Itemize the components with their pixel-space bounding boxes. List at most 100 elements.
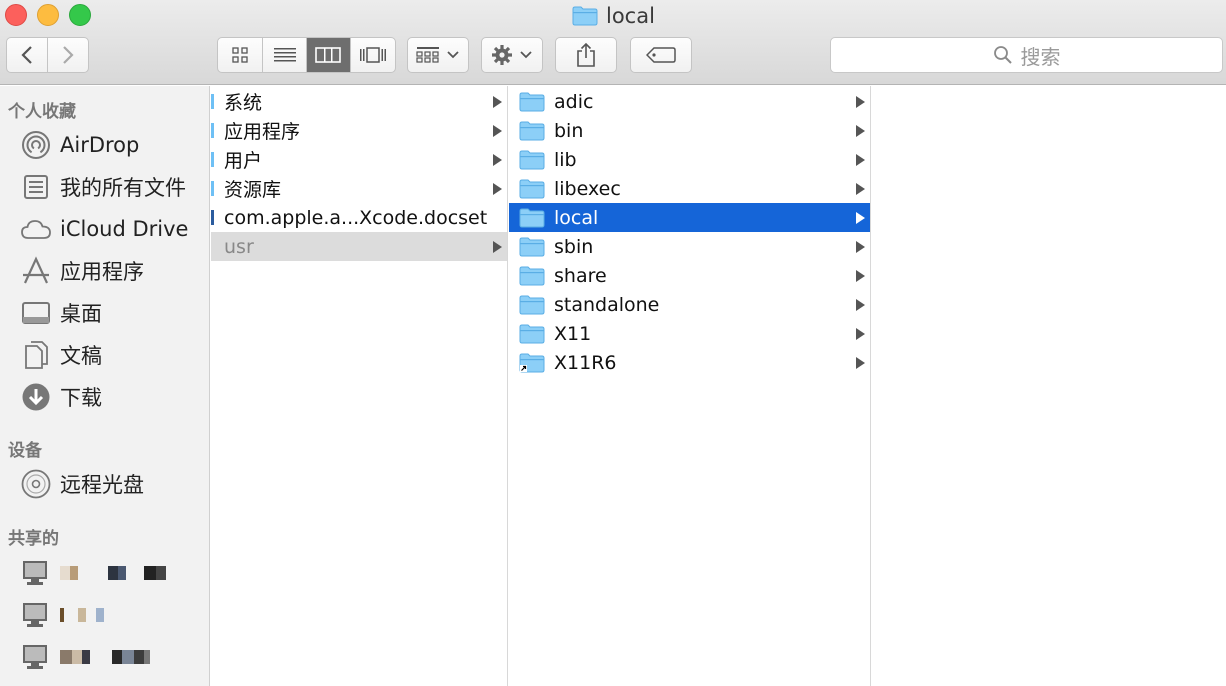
disc-icon: [20, 468, 52, 500]
list-item[interactable]: 用户: [211, 145, 507, 174]
item-name: 用户: [224, 150, 263, 172]
column-view-button[interactable]: [307, 38, 351, 72]
sidebar-item-label: iCloud Drive: [60, 217, 189, 241]
list-item[interactable]: share: [509, 261, 870, 290]
view-mode-control: [217, 37, 396, 73]
redacted-name: [60, 650, 150, 664]
disclosure-arrow-icon: [856, 154, 865, 166]
sidebar: 个人收藏 AirDrop 我的所有文件 iCloud Drive 应用程序 桌面…: [0, 86, 210, 686]
list-item[interactable]: lib: [509, 145, 870, 174]
arrange-button[interactable]: [407, 37, 469, 73]
disclosure-arrow-icon: [493, 96, 502, 108]
chevron-left-icon: [21, 46, 32, 64]
item-name: com.apple.a...Xcode.docset: [224, 206, 488, 229]
list-item-selected-parent[interactable]: usr: [211, 232, 507, 261]
sidebar-item-applications[interactable]: 应用程序: [20, 253, 144, 289]
folder-icon: [519, 92, 545, 112]
disclosure-arrow-icon: [856, 299, 865, 311]
sidebar-item-documents[interactable]: 文稿: [20, 337, 102, 373]
share-button[interactable]: [555, 37, 617, 73]
disclosure-arrow-icon: [856, 357, 865, 369]
list-item[interactable]: adic: [509, 87, 870, 116]
sidebar-item-icloud-drive[interactable]: iCloud Drive: [20, 211, 188, 247]
list-item[interactable]: standalone: [509, 290, 870, 319]
browser-column-1: 系统 应用程序 用户 资源库 com.apple.a...Xcode.docse…: [211, 86, 508, 686]
sidebar-item-shared-computer[interactable]: [20, 555, 166, 591]
browser-column-2: adic bin lib libexec local sbin share st…: [509, 86, 871, 686]
disclosure-arrow-icon: [856, 125, 865, 137]
zoom-window-button[interactable]: [69, 4, 91, 26]
cloud-icon: [20, 213, 52, 245]
disclosure-arrow-icon: [856, 183, 865, 195]
item-name: local: [554, 206, 599, 229]
search-field[interactable]: 搜索: [830, 37, 1223, 73]
sidebar-item-shared-computer[interactable]: [20, 597, 104, 633]
search-icon: [993, 46, 1012, 64]
list-item-selected[interactable]: local: [509, 203, 870, 232]
list-item[interactable]: com.apple.a...Xcode.docset: [211, 203, 507, 232]
item-name: bin: [554, 119, 584, 142]
arrange-grid-icon: [416, 47, 439, 63]
folder-icon: [519, 266, 545, 286]
cover-flow-button[interactable]: [351, 38, 395, 72]
forward-button[interactable]: [48, 38, 89, 72]
folder-icon: [211, 123, 214, 138]
folder-icon: [211, 94, 214, 109]
list-item[interactable]: sbin: [509, 232, 870, 261]
list-item[interactable]: X11: [509, 319, 870, 348]
docset-icon: [211, 210, 214, 225]
download-icon: [20, 381, 52, 413]
redacted-name: [60, 608, 104, 622]
sidebar-section-devices: 设备: [8, 441, 42, 461]
icon-view-icon: [232, 47, 248, 63]
folder-icon: [572, 6, 598, 26]
chevron-down-icon: [520, 51, 532, 59]
sidebar-item-label: 文稿: [60, 344, 102, 368]
computer-icon: [20, 641, 52, 673]
sidebar-item-shared-computer[interactable]: [20, 639, 150, 675]
sidebar-item-downloads[interactable]: 下载: [20, 379, 102, 415]
column-view-icon: [315, 47, 342, 63]
desktop-icon: [20, 297, 52, 329]
sidebar-item-airdrop[interactable]: AirDrop: [20, 127, 139, 163]
tag-icon: [646, 47, 676, 63]
item-name: X11: [554, 322, 592, 345]
sidebar-item-desktop[interactable]: 桌面: [20, 295, 102, 331]
list-item[interactable]: X11R6: [509, 348, 870, 377]
item-name: 系统: [224, 92, 263, 114]
item-name: usr: [224, 235, 254, 258]
toolbar: local 搜索: [0, 0, 1226, 85]
cover-flow-icon: [359, 47, 386, 63]
list-item[interactable]: 系统: [211, 87, 507, 116]
list-item[interactable]: libexec: [509, 174, 870, 203]
window-title: local: [572, 3, 655, 29]
action-button[interactable]: [481, 37, 543, 73]
tag-button[interactable]: [630, 37, 692, 73]
item-name: standalone: [554, 293, 660, 316]
all-files-icon: [20, 171, 52, 203]
disclosure-arrow-icon: [856, 241, 865, 253]
icon-view-button[interactable]: [218, 38, 264, 72]
sidebar-item-label: 应用程序: [60, 260, 144, 284]
sidebar-item-label: 桌面: [60, 302, 102, 326]
list-view-button[interactable]: [263, 38, 307, 72]
list-item[interactable]: 应用程序: [211, 116, 507, 145]
close-window-button[interactable]: [5, 4, 27, 26]
sidebar-item-all-files[interactable]: 我的所有文件: [20, 169, 186, 205]
list-item[interactable]: bin: [509, 116, 870, 145]
disclosure-arrow-icon: [493, 241, 502, 253]
sidebar-item-label: 下载: [60, 386, 102, 410]
documents-icon: [20, 339, 52, 371]
minimize-window-button[interactable]: [37, 4, 59, 26]
folder-icon: [211, 181, 214, 196]
folder-icon: [519, 150, 545, 170]
item-name: sbin: [554, 235, 594, 258]
sidebar-item-label: 远程光盘: [60, 473, 144, 497]
back-button[interactable]: [7, 38, 48, 72]
applications-icon: [20, 255, 52, 287]
list-item[interactable]: 资源库: [211, 174, 507, 203]
chevron-right-icon: [62, 46, 74, 64]
chevron-down-icon: [447, 51, 459, 59]
sidebar-item-remote-disc[interactable]: 远程光盘: [20, 466, 144, 502]
sidebar-section-favorites: 个人收藏: [8, 102, 76, 122]
